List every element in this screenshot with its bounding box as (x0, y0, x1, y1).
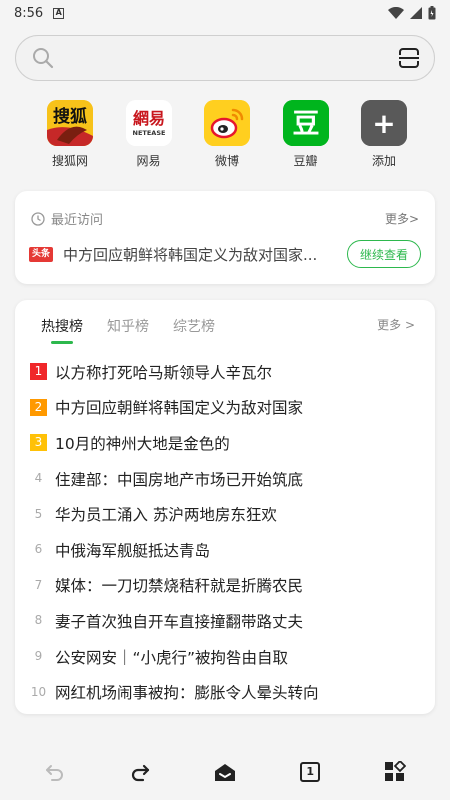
list-item[interactable]: 1 以方称打死哈马斯领导人辛瓦尔 (30, 354, 435, 390)
hot-list: 1 以方称打死哈马斯领导人辛瓦尔 2 中方回应朝鲜将韩国定义为敌对国家 3 10月的神… (15, 344, 435, 710)
quick-link-netease[interactable]: 網易 NETEASE 网易 (123, 100, 175, 169)
weibo-icon (204, 100, 250, 146)
search-bar[interactable] (15, 35, 435, 81)
quick-link-douban[interactable]: 豆 豆瓣 (280, 100, 332, 169)
search-icon (33, 48, 54, 69)
tab-variety[interactable]: 综艺榜 (173, 316, 215, 344)
clock-icon (31, 211, 45, 226)
hot-more-link[interactable]: 更多 > (377, 316, 415, 333)
quick-link-label: 微博 (214, 154, 239, 168)
rank-badge: 1 (30, 363, 47, 381)
battery-icon (428, 6, 436, 20)
recent-item-title[interactable]: 中方回应朝鲜将韩国定义为敌对国家... (63, 244, 333, 265)
hot-item-text[interactable]: 网红机场闹事被拘：膨胀令人晕头转向 (55, 681, 319, 703)
back-button[interactable] (35, 752, 75, 792)
list-item[interactable]: 9 公安网安｜“小虎行”被拘咎由自取 (30, 639, 435, 675)
hot-item-text[interactable]: 公安网安｜“小虎行”被拘咎由自取 (55, 646, 288, 668)
status-bar: 8:56 A (0, 0, 450, 26)
status-time: 8:56 (14, 5, 44, 21)
list-item[interactable]: 6 中俄海军舰艇抵达青岛 (30, 532, 435, 568)
list-item[interactable]: 7 媒体：一刀切禁烧秸秆就是折腾农民 (30, 568, 435, 604)
tab-hot-search[interactable]: 热搜榜 (41, 316, 83, 344)
hot-list-card: 热搜榜 知乎榜 综艺榜 更多 > 1 以方称打死哈马斯领导人辛瓦尔 2 中方回应朝鲜… (15, 300, 435, 714)
list-item[interactable]: 2 中方回应朝鲜将韩国定义为敌对国家 (30, 390, 435, 426)
tab-zhihu[interactable]: 知乎榜 (107, 316, 149, 344)
svg-text:豆: 豆 (292, 109, 319, 140)
scan-icon[interactable] (398, 48, 420, 68)
list-item[interactable]: 4 住建部：中国房地产市场已开始筑底 (30, 461, 435, 497)
quick-link-label: 添加 (371, 154, 396, 168)
forward-button[interactable] (120, 752, 160, 792)
home-button[interactable] (205, 752, 245, 792)
rank-badge: 3 (30, 434, 47, 452)
rank-number: 10 (30, 684, 47, 699)
svg-text:NETEASE: NETEASE (132, 129, 165, 137)
rank-number: 5 (34, 506, 43, 521)
svg-text:+: + (372, 107, 395, 140)
rank-number: 6 (34, 542, 43, 557)
list-item[interactable]: 8 妻子首次独自开车直接撞翻带路丈夫 (30, 603, 435, 639)
toutiao-icon: 头条 (29, 246, 53, 262)
rank-number: 7 (34, 577, 43, 592)
plus-icon: + (361, 100, 407, 146)
recent-item[interactable]: 头条 中方回应朝鲜将韩国定义为敌对国家... 继续查看 (15, 228, 435, 268)
hot-item-text[interactable]: 华为员工涌入 苏沪两地房东狂欢 (55, 503, 277, 525)
quick-link-label: 搜狐网 (51, 154, 88, 168)
list-item[interactable]: 10 网红机场闹事被拘：膨胀令人晕头转向 (30, 674, 435, 710)
quick-link-sohu[interactable]: 搜狐 搜狐网 (44, 100, 96, 169)
rank-number: 9 (34, 649, 43, 664)
status-icons (388, 6, 436, 20)
quick-link-label: 豆瓣 (293, 154, 318, 168)
svg-text:搜狐: 搜狐 (53, 106, 87, 127)
recent-more-link[interactable]: 更多> (385, 210, 419, 227)
recent-visits-card: 最近访问 更多> 头条 中方回应朝鲜将韩国定义为敌对国家... 继续查看 (15, 191, 435, 284)
recent-header: 最近访问 更多> (15, 191, 435, 228)
menu-button[interactable] (375, 752, 415, 792)
recent-title: 最近访问 (51, 213, 104, 228)
rank-number: 4 (34, 471, 43, 486)
hot-item-text[interactable]: 10月的神州大地是金色的 (55, 432, 230, 454)
notification-icon: A (53, 7, 65, 19)
quick-link-weibo[interactable]: 微博 (201, 100, 253, 169)
hot-item-text[interactable]: 以方称打死哈马斯领导人辛瓦尔 (55, 361, 272, 383)
hot-item-text[interactable]: 中方回应朝鲜将韩国定义为敌对国家 (55, 396, 303, 418)
svg-text:網易: 網易 (132, 109, 164, 128)
search-input[interactable] (64, 49, 398, 67)
douban-icon: 豆 (282, 100, 329, 146)
rank-badge: 2 (30, 398, 47, 416)
continue-reading-button[interactable]: 继续查看 (346, 240, 421, 268)
redo-arrow-icon (131, 764, 149, 782)
undo-arrow-icon (45, 765, 63, 781)
quick-links: 搜狐 搜狐网 網易 NETEASE 网易 微博 豆 豆瓣 + 添加 (20, 100, 430, 169)
tab-count-badge: 1 (300, 762, 321, 782)
hot-item-text[interactable]: 住建部：中国房地产市场已开始筑底 (55, 468, 303, 490)
list-item[interactable]: 5 华为员工涌入 苏沪两地房东狂欢 (30, 496, 435, 532)
wifi-icon (388, 7, 404, 19)
list-item[interactable]: 3 10月的神州大地是金色的 (30, 425, 435, 461)
hot-item-text[interactable]: 媒体：一刀切禁烧秸秆就是折腾农民 (55, 574, 303, 596)
grid-menu-icon (385, 761, 407, 781)
quick-link-add[interactable]: + 添加 (358, 100, 410, 169)
tabs-button[interactable]: 1 (290, 752, 330, 792)
rank-number: 8 (34, 613, 43, 628)
quick-link-label: 网易 (136, 154, 161, 168)
hot-item-text[interactable]: 中俄海军舰艇抵达青岛 (55, 539, 210, 561)
hot-tabs: 热搜榜 知乎榜 综艺榜 更多 > (15, 300, 435, 344)
hot-item-text[interactable]: 妻子首次独自开车直接撞翻带路丈夫 (55, 610, 303, 632)
sohu-icon: 搜狐 (47, 100, 93, 146)
netease-icon: 網易 NETEASE (125, 100, 172, 146)
bottom-toolbar: 1 (0, 744, 450, 800)
home-icon (214, 764, 235, 781)
signal-icon (410, 7, 422, 19)
